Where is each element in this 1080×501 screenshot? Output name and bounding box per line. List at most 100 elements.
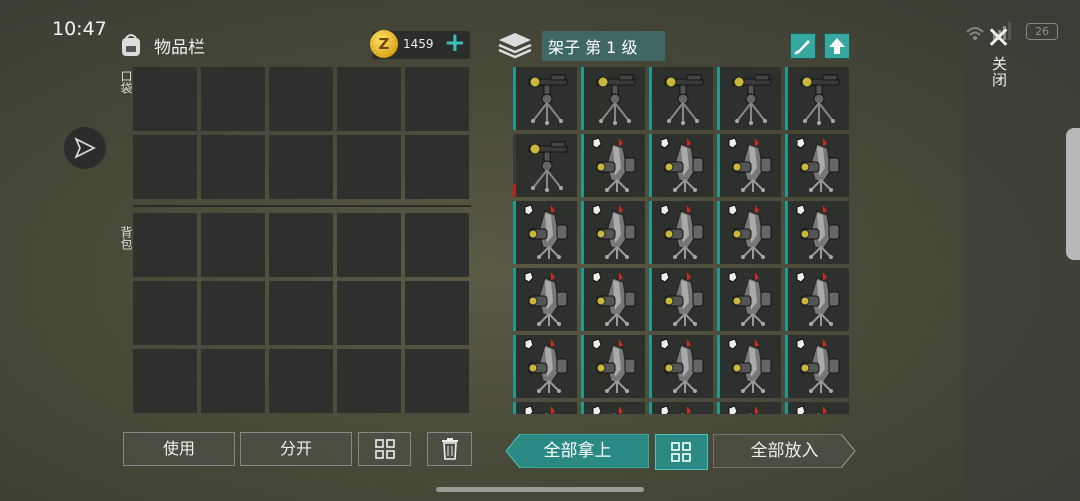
shelf-slot[interactable] — [513, 335, 577, 398]
inventory-slot[interactable] — [405, 349, 469, 413]
upgrade-button[interactable] — [824, 33, 850, 59]
turret-icon — [796, 204, 840, 259]
shelf-slot[interactable] — [717, 402, 781, 414]
shelf-slot[interactable] — [513, 268, 577, 331]
close-label[interactable]: 关闭 — [989, 56, 1010, 88]
shelf-slot[interactable] — [581, 268, 645, 331]
shelf-slot[interactable] — [513, 201, 577, 264]
put-all-button[interactable]: 全部放入 — [713, 434, 856, 468]
inventory-slot[interactable] — [269, 67, 333, 131]
inventory-slot[interactable] — [405, 281, 469, 345]
shelf-slot[interactable] — [649, 67, 713, 130]
shelf-slot[interactable] — [513, 402, 577, 414]
close-button[interactable]: ✕ 关闭 — [986, 24, 1011, 89]
durability-bar — [513, 201, 516, 264]
inventory-slot[interactable] — [133, 67, 197, 131]
send-button[interactable] — [64, 127, 106, 169]
inventory-slot[interactable] — [201, 213, 265, 277]
shelf-slot[interactable] — [581, 134, 645, 197]
durability-bar — [785, 268, 788, 331]
shelf-slot[interactable] — [581, 335, 645, 398]
durability-bar — [785, 201, 788, 264]
send-icon — [74, 137, 96, 159]
inventory-slot[interactable] — [337, 135, 401, 199]
durability-bar — [513, 67, 516, 130]
shelf-slot[interactable] — [717, 67, 781, 130]
home-indicator[interactable] — [436, 487, 644, 492]
shelf-slot[interactable] — [785, 134, 849, 197]
shelf-slot[interactable] — [717, 201, 781, 264]
split-button[interactable]: 分开 — [240, 432, 352, 466]
turret-icon — [592, 204, 636, 259]
backpack-icon — [122, 34, 140, 56]
put-all-label[interactable]: 全部放入 — [751, 441, 819, 461]
inventory-slot[interactable] — [133, 135, 197, 199]
durability-bar — [581, 134, 584, 197]
take-all-button[interactable]: 全部拿上 — [506, 434, 649, 468]
shelf-slot[interactable] — [785, 67, 849, 130]
inventory-slot[interactable] — [269, 349, 333, 413]
shelf-slot[interactable] — [785, 402, 849, 414]
add-coins-button[interactable]: + — [444, 28, 466, 58]
inventory-slot[interactable] — [201, 349, 265, 413]
durability-bar — [513, 268, 516, 331]
inventory-slot[interactable] — [337, 349, 401, 413]
shelf-slot[interactable] — [785, 268, 849, 331]
inventory-slot[interactable] — [405, 213, 469, 277]
inventory-slot[interactable] — [133, 349, 197, 413]
inventory-slot[interactable] — [405, 135, 469, 199]
edge-handle[interactable] — [1066, 128, 1080, 260]
inventory-slot[interactable] — [201, 67, 265, 131]
shelf-slot[interactable] — [513, 67, 577, 130]
delete-button[interactable] — [427, 432, 472, 466]
shelf-header: 架子 第 1 级 — [496, 30, 666, 62]
shelf-slot[interactable] — [581, 402, 645, 414]
turret-icon — [592, 271, 636, 326]
inventory-slot[interactable] — [337, 213, 401, 277]
shelf-slot[interactable] — [785, 335, 849, 398]
turret-icon — [592, 405, 623, 414]
durability-bar — [717, 67, 720, 130]
use-button[interactable]: 使用 — [123, 432, 235, 466]
shelf-slot[interactable] — [785, 201, 849, 264]
durability-bar — [785, 335, 788, 398]
inventory-slot[interactable] — [269, 281, 333, 345]
turret-icon — [524, 204, 568, 259]
take-all-label[interactable]: 全部拿上 — [544, 441, 612, 461]
durability-bar — [649, 67, 652, 130]
inventory-slot[interactable] — [269, 213, 333, 277]
turret-icon — [728, 271, 772, 326]
inventory-slot[interactable] — [269, 135, 333, 199]
shelf-slot[interactable] — [581, 201, 645, 264]
durability-bar — [581, 201, 584, 264]
inventory-slot[interactable] — [133, 213, 197, 277]
inventory-slot[interactable] — [337, 281, 401, 345]
inventory-slot[interactable] — [201, 281, 265, 345]
shelf-slot[interactable] — [649, 268, 713, 331]
shelf-slot[interactable] — [649, 335, 713, 398]
turret-icon — [796, 405, 827, 414]
durability-bar — [581, 402, 584, 414]
shelf-slot[interactable] — [717, 268, 781, 331]
shelf-slot[interactable] — [581, 67, 645, 130]
durability-bar — [649, 268, 652, 331]
turret-icon — [660, 271, 704, 326]
inventory-slot[interactable] — [337, 67, 401, 131]
shelf-sort-button[interactable] — [655, 434, 708, 470]
durability-bar — [717, 201, 720, 264]
shelf-slot[interactable] — [717, 134, 781, 197]
durability-bar — [785, 134, 788, 197]
shelf-slot[interactable] — [717, 335, 781, 398]
brush-button[interactable] — [790, 33, 816, 59]
inventory-slot[interactable] — [201, 135, 265, 199]
inventory-slot[interactable] — [405, 67, 469, 131]
close-icon[interactable]: ✕ — [986, 24, 1011, 54]
shelf-slot[interactable] — [649, 402, 713, 414]
pocket-grid — [133, 67, 469, 199]
shelf-slot[interactable] — [649, 201, 713, 264]
shelf-slot[interactable] — [513, 134, 577, 197]
shelf-slot[interactable] — [649, 134, 713, 197]
inventory-slot[interactable] — [133, 281, 197, 345]
sort-button[interactable] — [358, 432, 411, 466]
durability-bar — [717, 402, 720, 414]
